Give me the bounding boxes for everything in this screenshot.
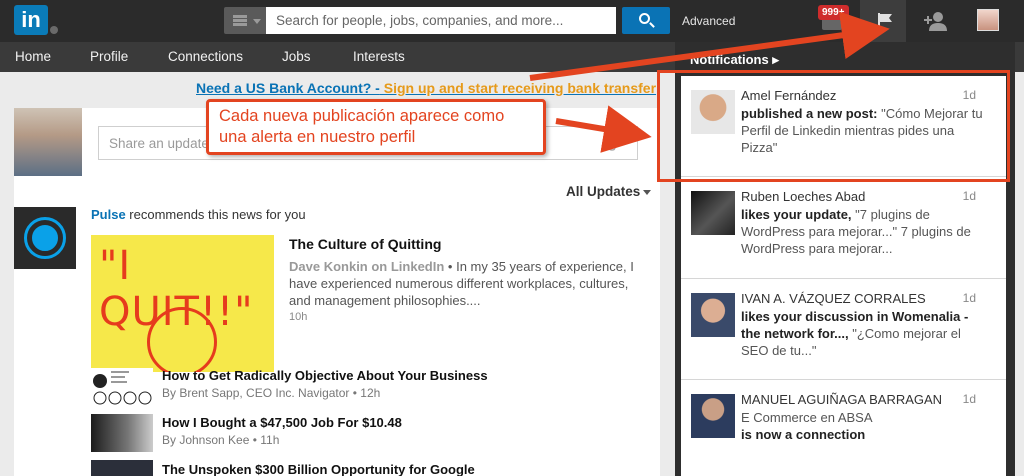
notification-headline: E Commerce en ABSA: [741, 410, 873, 425]
nav-connections[interactable]: Connections: [168, 49, 243, 64]
all-updates-dropdown[interactable]: All Updates: [566, 184, 640, 199]
news-title-1[interactable]: How to Get Radically Objective About You…: [162, 368, 488, 383]
avatar[interactable]: [691, 191, 735, 235]
pulse-text: recommends this news for you: [125, 207, 306, 222]
pulse-brand-link[interactable]: Pulse: [91, 207, 126, 222]
notification-time: 1d: [962, 189, 976, 203]
notifications-header: Notifications: [690, 52, 769, 67]
search-button[interactable]: [622, 7, 670, 34]
attachment-icon[interactable]: [606, 134, 618, 152]
advanced-search-link[interactable]: Advanced: [682, 14, 735, 28]
nav-jobs[interactable]: Jobs: [282, 49, 311, 64]
promo-banner-link[interactable]: Need a US Bank Account? - Sign up and st…: [196, 80, 656, 96]
add-connection-icon[interactable]: [924, 11, 948, 31]
notification-item[interactable]: MANUEL AGUIÑAGA BARRAGAN 1d E Commerce e…: [681, 380, 1006, 476]
notification-item[interactable]: IVAN A. VÁZQUEZ CORRALES 1d likes your d…: [681, 279, 1006, 380]
notification-item[interactable]: Ruben Loeches Abad 1d likes your update,…: [681, 177, 1006, 279]
pulse-logo[interactable]: [14, 207, 76, 269]
messages-count-badge: 999+: [818, 5, 849, 20]
notification-text: likes your discussion in Womenalia - the…: [741, 308, 991, 359]
notification-action: likes your update,: [741, 207, 852, 222]
search-icon: [639, 13, 650, 24]
logo-badge-dot: [50, 26, 58, 34]
notification-time: 1d: [962, 291, 976, 305]
notification-name[interactable]: Ruben Loeches Abad: [741, 189, 865, 204]
news-meta-2: By Johnson Kee • 11h: [162, 433, 280, 447]
news-thumbnail-2[interactable]: [91, 414, 153, 452]
nav-interests[interactable]: Interests: [353, 49, 405, 64]
chevron-down-icon: [643, 190, 651, 195]
news-title-2[interactable]: How I Bought a $47,500 Job For $10.48: [162, 415, 402, 430]
notification-time: 1d: [962, 392, 976, 406]
search-filter-dropdown[interactable]: [224, 7, 266, 34]
article-snippet: Dave Konkin on LinkedIn • In my 35 years…: [289, 258, 651, 309]
banner-lead: Need a US Bank Account? -: [196, 80, 380, 96]
chevron-down-icon: [253, 19, 261, 24]
notification-action: is now a connection: [741, 427, 866, 442]
search-input[interactable]: [266, 7, 616, 34]
news-meta-1: By Brent Sapp, CEO Inc. Navigator • 12h: [162, 386, 381, 400]
profile-photo[interactable]: [14, 108, 82, 176]
flag-icon[interactable]: [876, 12, 894, 30]
article-author[interactable]: Dave Konkin on LinkedIn: [289, 259, 444, 274]
news-thumbnail-3[interactable]: [91, 460, 153, 476]
news-title-3[interactable]: The Unspoken $300 Billion Opportunity fo…: [162, 462, 475, 476]
angry-face-drawing: [147, 307, 217, 372]
notification-name[interactable]: IVAN A. VÁZQUEZ CORRALES: [741, 291, 926, 306]
notification-text: E Commerce en ABSA is now a connection: [741, 409, 991, 443]
nav-home[interactable]: Home: [15, 49, 51, 64]
article-timestamp: 10h: [289, 311, 308, 323]
linkedin-logo[interactable]: in: [14, 5, 48, 35]
article-separator: •: [444, 259, 457, 274]
pulse-recommendation: Pulse recommends this news for you: [91, 207, 306, 222]
avatar[interactable]: [691, 394, 735, 438]
notifications-header-link[interactable]: Notifications ▸: [690, 52, 779, 68]
account-avatar[interactable]: [977, 9, 999, 31]
list-icon: [233, 15, 247, 26]
article-image[interactable]: "I QUIT!!": [91, 235, 274, 372]
nav-profile[interactable]: Profile: [90, 49, 128, 64]
banner-rest: Sign up and start receiving bank transfe…: [379, 80, 657, 96]
annotation-callout: Cada nueva publicación aparece como una …: [206, 99, 546, 155]
notification-text: likes your update, "7 plugins de WordPre…: [741, 206, 991, 257]
news-thumbnail-1[interactable]: [91, 368, 153, 406]
avatar[interactable]: [691, 293, 735, 337]
pulse-ring-inner: [32, 225, 58, 251]
annotation-highlight-box: [657, 70, 1010, 182]
notification-name[interactable]: MANUEL AGUIÑAGA BARRAGAN: [741, 392, 942, 407]
article-title[interactable]: The Culture of Quitting: [289, 236, 441, 252]
